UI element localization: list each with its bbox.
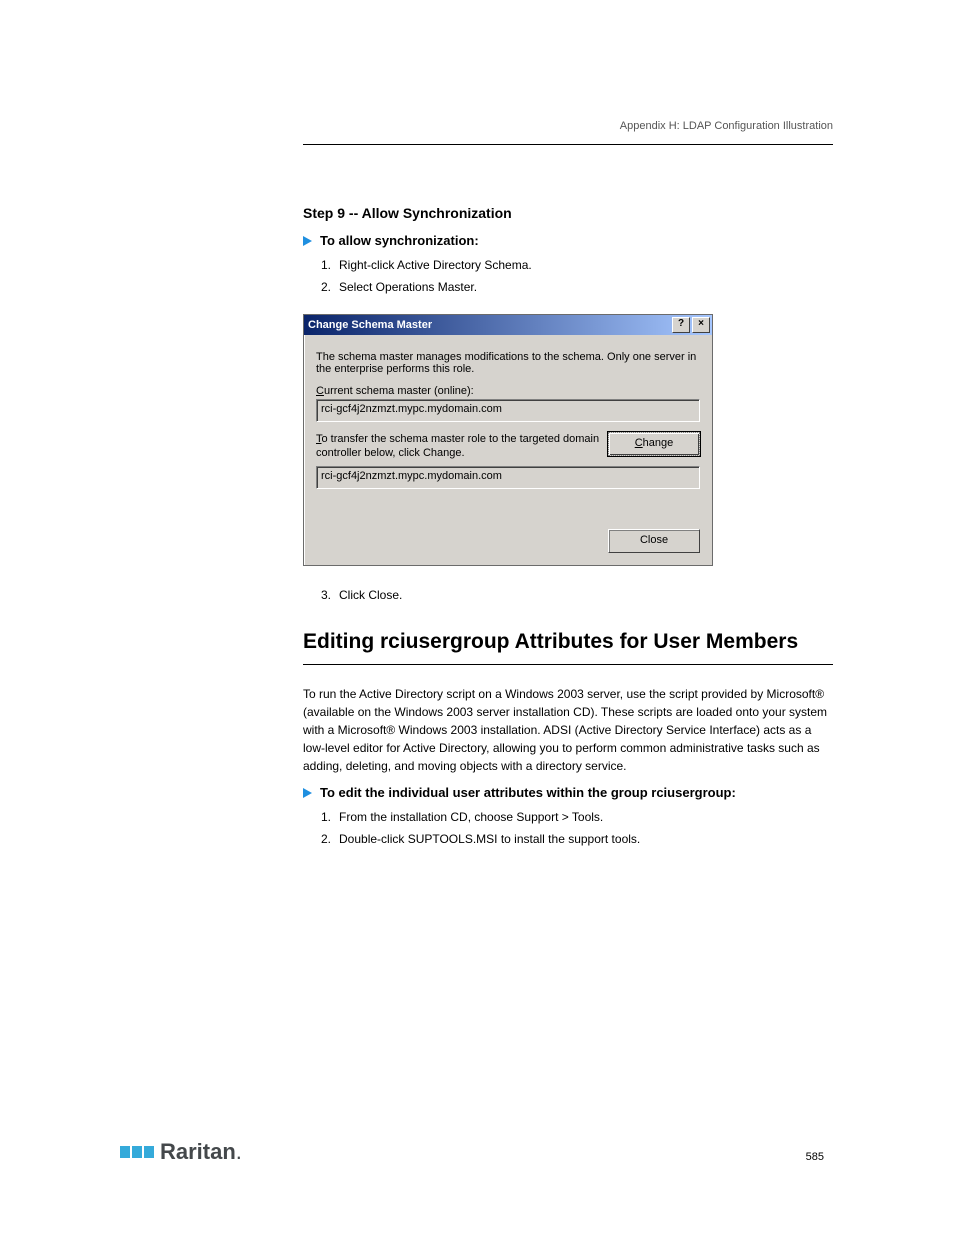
brand-logo: Raritan.	[120, 1139, 242, 1165]
close-button[interactable]: Close	[608, 529, 700, 553]
list-item: 1.Right-click Active Directory Schema.	[321, 256, 833, 274]
transfer-row: To transfer the schema master role to th…	[316, 432, 700, 460]
section2-paragraph: To run the Active Directory script on a …	[303, 685, 833, 775]
list-item: 2.Double-click SUPTOOLS.MSI to install t…	[321, 830, 833, 848]
help-icon[interactable]: ?	[672, 317, 690, 333]
current-master-field: rci-gcf4j2nzmzt.mypc.mydomain.com	[316, 399, 700, 422]
list-item-text: From the installation CD, choose Support…	[339, 810, 603, 824]
change-button[interactable]: Change	[608, 432, 700, 456]
procedure2-intro-row: To edit the individual user attributes w…	[303, 785, 833, 800]
section-rule	[303, 664, 833, 665]
list-item: 2.Select Operations Master.	[321, 278, 833, 296]
step9-list: 1.Right-click Active Directory Schema. 2…	[321, 256, 833, 296]
list-item: 1.From the installation CD, choose Suppo…	[321, 808, 833, 826]
target-dc-field: rci-gcf4j2nzmzt.mypc.mydomain.com	[316, 466, 700, 489]
brand-name: Raritan	[160, 1139, 236, 1165]
procedure2-intro-text: To edit the individual user attributes w…	[320, 785, 736, 800]
transfer-label: To transfer the schema master role to th…	[316, 432, 608, 460]
dialog-footer-buttons: Close	[316, 529, 700, 553]
dialog-titlebar: Change Schema Master ? ×	[304, 315, 712, 335]
page: Appendix H: LDAP Configuration Illustrat…	[0, 0, 954, 1235]
logo-icon	[120, 1142, 154, 1162]
step9-title: Step 9 -- Allow Synchronization	[303, 205, 833, 221]
change-schema-master-dialog: Change Schema Master ? × The schema mast…	[303, 314, 713, 566]
arrow-icon	[303, 788, 312, 798]
arrow-icon	[303, 236, 312, 246]
list-item-text: Double-click SUPTOOLS.MSI to install the…	[339, 832, 640, 846]
appendix-header: Appendix H: LDAP Configuration Illustrat…	[303, 120, 833, 132]
current-master-label: Current schema master (online):	[316, 385, 700, 397]
header-rule	[303, 144, 833, 145]
procedure-intro-text: To allow synchronization:	[320, 233, 479, 248]
page-number: 585	[806, 1151, 824, 1163]
list-item-text: Right-click Active Directory Schema.	[339, 258, 532, 272]
editing-attributes-heading: Editing rciusergroup Attributes for User…	[303, 630, 833, 654]
list-item-text: Select Operations Master.	[339, 280, 477, 294]
close-icon[interactable]: ×	[692, 317, 710, 333]
list-item: 3.Click Close.	[321, 586, 833, 604]
step9-list-cont: 3.Click Close.	[321, 586, 833, 604]
content-column: Appendix H: LDAP Configuration Illustrat…	[303, 120, 833, 866]
section2-list: 1.From the installation CD, choose Suppo…	[321, 808, 833, 848]
dialog-description: The schema master manages modifications …	[316, 351, 700, 375]
procedure-intro-row: To allow synchronization:	[303, 233, 833, 248]
dialog-body: The schema master manages modifications …	[304, 335, 712, 565]
dialog-title: Change Schema Master	[308, 319, 670, 331]
list-item-text: Click Close.	[339, 588, 402, 602]
